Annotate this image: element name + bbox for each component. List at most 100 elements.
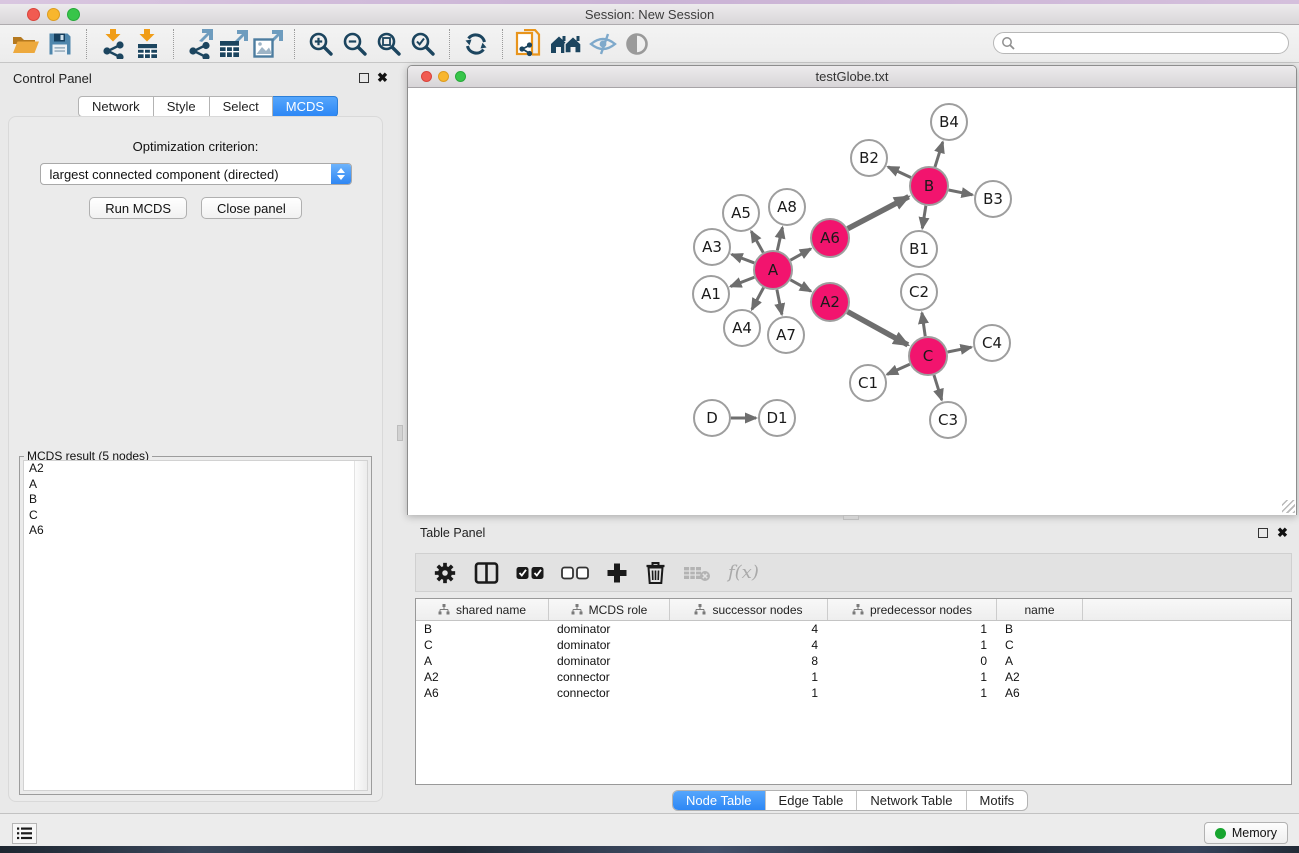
cell-predecessor_nodes[interactable]: 1 — [828, 669, 997, 685]
control-panel-close-button[interactable]: ✖ — [377, 73, 388, 83]
cell-mcds_role[interactable]: dominator — [549, 621, 670, 637]
zoom-selected-button[interactable] — [406, 28, 440, 60]
mcds-result-item[interactable]: B — [24, 492, 367, 508]
graph-node-a1[interactable]: A1 — [693, 276, 729, 312]
edge-A-A3[interactable] — [732, 254, 755, 263]
unselect-all-columns-button[interactable] — [561, 566, 589, 580]
graph-node-c1[interactable]: C1 — [850, 365, 886, 401]
home-neighbors-button[interactable] — [546, 28, 586, 60]
edge-A-A8[interactable] — [777, 227, 782, 250]
cell-successor_nodes[interactable]: 4 — [670, 637, 828, 653]
horizontal-split-handle[interactable] — [843, 515, 859, 520]
mcds-result-item[interactable]: A — [24, 477, 367, 493]
scrollbar-track[interactable] — [354, 461, 367, 790]
cell-shared_name[interactable]: A — [416, 653, 549, 669]
graph-node-a6[interactable]: A6 — [811, 219, 849, 257]
edge-A-A7[interactable] — [777, 290, 782, 315]
control-tab-style[interactable]: Style — [154, 96, 210, 117]
table-tab-edge-table[interactable]: Edge Table — [765, 791, 857, 810]
column-header-successor-nodes[interactable]: successor nodes — [670, 599, 828, 620]
import-table-button[interactable] — [130, 28, 164, 60]
network-from-selection-button[interactable] — [512, 28, 546, 60]
mcds-result-item[interactable]: A2 — [24, 461, 367, 477]
cell-predecessor_nodes[interactable]: 1 — [828, 621, 997, 637]
control-tab-select[interactable]: Select — [210, 96, 273, 117]
cell-successor_nodes[interactable]: 1 — [670, 669, 828, 685]
toggle-eye-button[interactable] — [620, 28, 654, 60]
cell-name[interactable]: C — [997, 637, 1083, 653]
graph-node-c2[interactable]: C2 — [901, 274, 937, 310]
edge-C-C4[interactable] — [948, 347, 972, 352]
table-row-b[interactable]: Bdominator41B — [416, 621, 1291, 637]
open-session-button[interactable] — [9, 28, 43, 60]
graph-node-d1[interactable]: D1 — [759, 400, 795, 436]
graph-node-a5[interactable]: A5 — [723, 195, 759, 231]
column-header-name[interactable]: name — [997, 599, 1083, 620]
memory-button[interactable]: Memory — [1204, 822, 1288, 844]
table-row-a2[interactable]: A2connector11A2 — [416, 669, 1291, 685]
table-row-c[interactable]: Cdominator41C — [416, 637, 1291, 653]
network-canvas[interactable]: B4B2BB3A8A5A6A3B1AC2A1A2A4A7C4CC1C3DD1 — [408, 88, 1296, 515]
cell-predecessor_nodes[interactable]: 1 — [828, 685, 997, 701]
cell-name[interactable]: A — [997, 653, 1083, 669]
edge-A-A4[interactable] — [752, 288, 764, 310]
edge-A-A1[interactable] — [731, 277, 755, 286]
graph-node-b3[interactable]: B3 — [975, 181, 1011, 217]
table-panel-float-button[interactable] — [1258, 528, 1268, 538]
run-mcds-button[interactable]: Run MCDS — [89, 197, 187, 219]
graph-node-b[interactable]: B — [910, 167, 948, 205]
cell-mcds_role[interactable]: dominator — [549, 637, 670, 653]
cell-name[interactable]: B — [997, 621, 1083, 637]
table-tab-network-table[interactable]: Network Table — [856, 791, 965, 810]
vertical-split-handle[interactable] — [397, 425, 403, 441]
edge-C-C2[interactable] — [922, 313, 925, 336]
edge-B-B1[interactable] — [922, 206, 926, 229]
export-image-button[interactable] — [251, 28, 285, 60]
mcds-result-item[interactable]: A6 — [24, 523, 367, 539]
close-panel-button[interactable]: Close panel — [201, 197, 302, 219]
zoom-in-button[interactable] — [304, 28, 338, 60]
graph-node-a2[interactable]: A2 — [811, 283, 849, 321]
edge-A-A6[interactable] — [790, 249, 810, 260]
graph-node-d[interactable]: D — [694, 400, 730, 436]
resize-grip-icon[interactable] — [1282, 500, 1295, 513]
create-column-button[interactable] — [606, 562, 628, 584]
graph-node-b1[interactable]: B1 — [901, 231, 937, 267]
graph-node-a8[interactable]: A8 — [769, 189, 805, 225]
task-history-button[interactable] — [12, 823, 37, 844]
edge-C-C3[interactable] — [934, 375, 942, 400]
refresh-button[interactable] — [459, 28, 493, 60]
control-tab-network[interactable]: Network — [78, 96, 154, 117]
cell-shared_name[interactable]: B — [416, 621, 549, 637]
export-network-button[interactable] — [183, 28, 217, 60]
toggle-overview-button[interactable] — [586, 28, 620, 60]
column-header-shared-name[interactable]: shared name — [416, 599, 549, 620]
column-header-mcds-role[interactable]: MCDS role — [549, 599, 670, 620]
table-settings-button[interactable] — [433, 561, 457, 585]
table-row-a6[interactable]: A6connector11A6 — [416, 685, 1291, 701]
edge-C-C1[interactable] — [887, 364, 910, 374]
select-all-columns-button[interactable] — [516, 566, 544, 580]
zoom-out-button[interactable] — [338, 28, 372, 60]
cell-predecessor_nodes[interactable]: 1 — [828, 637, 997, 653]
mcds-result-list[interactable]: A2ABCA6 — [23, 460, 368, 791]
control-tab-mcds[interactable]: MCDS — [273, 96, 338, 117]
cell-mcds_role[interactable]: dominator — [549, 653, 670, 669]
edge-A-A2[interactable] — [790, 280, 810, 291]
cell-successor_nodes[interactable]: 1 — [670, 685, 828, 701]
show-column-button[interactable] — [474, 561, 499, 585]
cell-mcds_role[interactable]: connector — [549, 685, 670, 701]
cell-successor_nodes[interactable]: 4 — [670, 621, 828, 637]
table-panel-close-button[interactable]: ✖ — [1277, 528, 1288, 538]
edge-A-A5[interactable] — [751, 231, 763, 252]
import-network-button[interactable] — [96, 28, 130, 60]
delete-column-button[interactable] — [645, 561, 666, 585]
graph-node-a7[interactable]: A7 — [768, 317, 804, 353]
save-session-button[interactable] — [43, 28, 77, 60]
cell-shared_name[interactable]: A2 — [416, 669, 549, 685]
edge-A2-C[interactable] — [848, 312, 908, 345]
control-panel-float-button[interactable] — [359, 73, 369, 83]
cell-predecessor_nodes[interactable]: 0 — [828, 653, 997, 669]
graph-node-c[interactable]: C — [909, 337, 947, 375]
edge-B-B4[interactable] — [935, 142, 943, 167]
